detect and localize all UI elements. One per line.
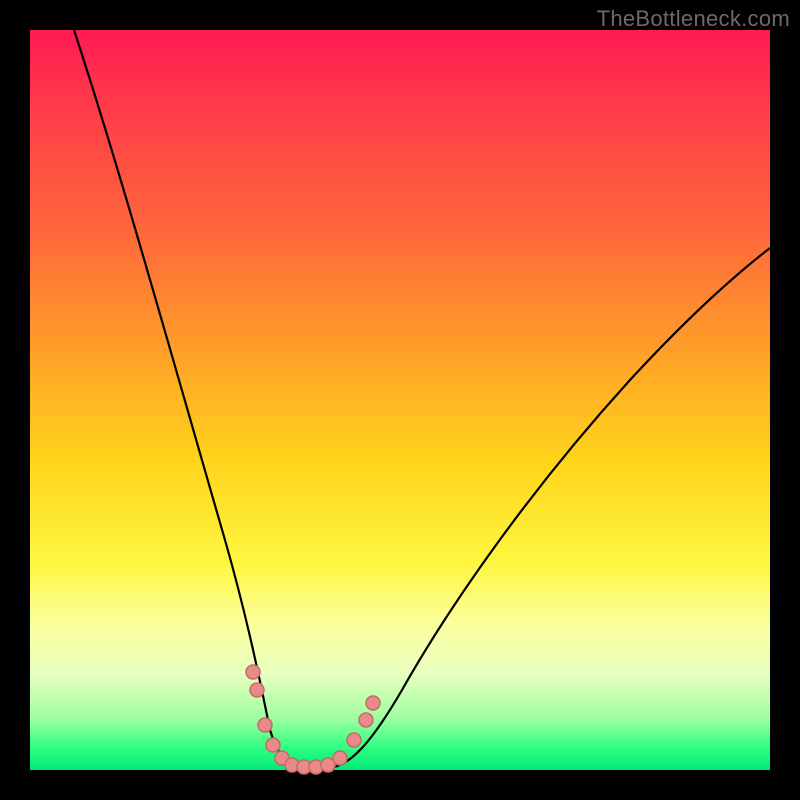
watermark-text: TheBottleneck.com <box>597 6 790 32</box>
marker-dot <box>366 696 380 710</box>
marker-dot <box>258 718 272 732</box>
chart-svg <box>30 30 770 770</box>
chart-frame: TheBottleneck.com <box>0 0 800 800</box>
marker-group <box>246 665 380 774</box>
marker-dot <box>347 733 361 747</box>
marker-dot <box>359 713 373 727</box>
curve-right <box>330 248 770 768</box>
plot-area <box>30 30 770 770</box>
curve-left <box>74 30 298 768</box>
marker-dot <box>250 683 264 697</box>
marker-dot <box>246 665 260 679</box>
marker-dot <box>333 751 347 765</box>
marker-dot <box>266 738 280 752</box>
